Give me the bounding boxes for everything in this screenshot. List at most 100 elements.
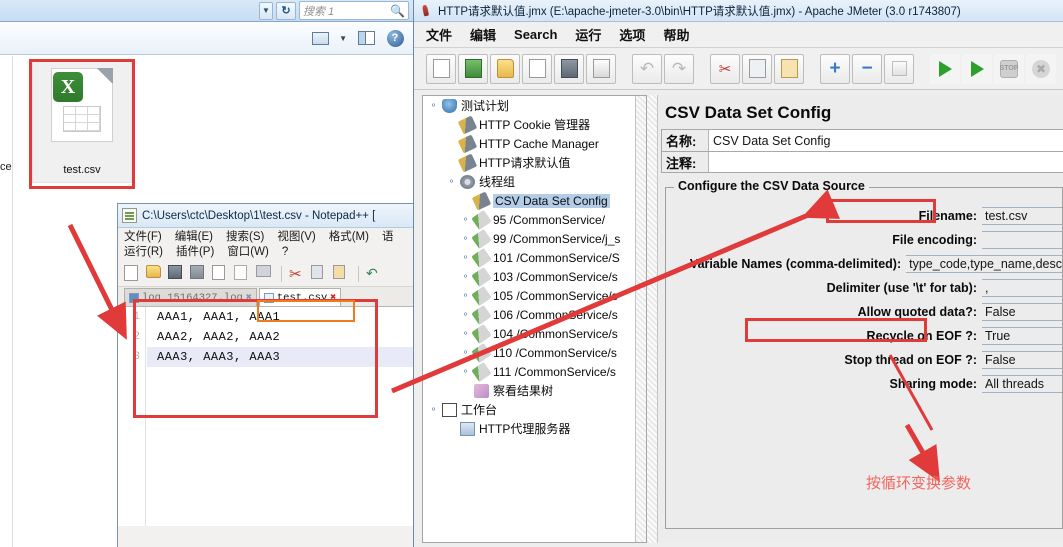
expand-handle-closed-icon[interactable]: ⚬ (461, 290, 470, 300)
config-field-label: Filename: (918, 209, 977, 223)
file-tile-test-csv[interactable]: X test.csv (32, 59, 132, 183)
jmeter-menu-help[interactable]: 帮助 (663, 25, 689, 44)
tree-node[interactable]: ⚬ 111 /CommonService/s (423, 361, 646, 382)
expand-handle-closed-icon[interactable]: ⚬ (461, 233, 470, 243)
config-field-value[interactable]: , (982, 279, 1062, 297)
close-file-icon[interactable] (212, 264, 230, 283)
tree-node[interactable]: 察看结果树 (423, 381, 646, 400)
config-field-value[interactable]: False (982, 351, 1062, 369)
menu-search[interactable]: 搜索(S) (226, 230, 264, 245)
expand-handle-open-icon[interactable]: ⚬ (429, 100, 438, 110)
tree-node[interactable]: ⚬ 101 /CommonService/S (423, 247, 646, 268)
copy-icon[interactable] (742, 53, 772, 84)
config-field-value[interactable]: test.csv (982, 207, 1062, 225)
expand-handle-closed-icon[interactable]: ⚬ (461, 252, 470, 262)
tree-node[interactable]: ⚬ 99 /CommonService/j_s (423, 228, 646, 249)
jmeter-menu-options[interactable]: 选项 (619, 25, 645, 44)
close-icon[interactable] (522, 53, 552, 84)
tree-node[interactable]: ⚬ 110 /CommonService/s (423, 342, 646, 363)
copy-icon[interactable] (311, 264, 329, 283)
paste-icon[interactable] (333, 264, 351, 283)
config-field-value[interactable]: type_code,type_name,desc (906, 255, 1062, 273)
start-icon[interactable] (930, 53, 960, 84)
chevron-down-icon[interactable]: ▼ (339, 34, 347, 43)
cut-icon[interactable]: ✂ (289, 265, 307, 283)
save-icon[interactable] (554, 53, 584, 84)
menu-edit[interactable]: 编辑(E) (175, 230, 213, 245)
tree-node[interactable]: HTTP请求默认值 (423, 152, 646, 173)
config-field-value[interactable]: False (982, 303, 1062, 321)
expand-handle-closed-icon[interactable]: ⚬ (461, 347, 470, 357)
print-icon[interactable] (256, 264, 274, 283)
jmeter-menu-edit[interactable]: 编辑 (470, 25, 496, 44)
new-file-icon[interactable] (124, 264, 142, 283)
tree-node[interactable]: ⚬ 线程组 (423, 172, 646, 191)
search-input[interactable]: 搜索 1 🔍 (299, 1, 409, 20)
expand-handle-open-icon[interactable]: ⚬ (429, 404, 438, 414)
detail-vertical-scrollbar[interactable] (647, 95, 658, 543)
editor-text-area[interactable]: AAA1, AAA1, AAA1 AAA2, AAA2, AAA2 AAA3, … (147, 307, 413, 367)
expand-handle-closed-icon[interactable]: ⚬ (461, 328, 470, 338)
tree-node[interactable]: ⚬ 工作台 (423, 400, 646, 419)
templates-icon[interactable] (458, 53, 488, 84)
tree-node[interactable]: ⚬ 95 /CommonService/ (423, 209, 646, 230)
tree-node[interactable]: ⚬ 测试计划 (423, 96, 646, 115)
tree-node[interactable]: ⚬ 103 /CommonService/s (423, 266, 646, 287)
menu-run[interactable]: 运行(R) (124, 245, 163, 260)
refresh-icon[interactable]: ↻ (276, 1, 296, 20)
expand-handle-closed-icon[interactable]: ⚬ (461, 366, 470, 376)
jmeter-menu-file[interactable]: 文件 (426, 25, 452, 44)
config-field-value[interactable]: All threads (982, 375, 1062, 393)
menu-language[interactable]: 语 (382, 230, 394, 245)
paste-icon[interactable] (774, 53, 804, 84)
menu-window[interactable]: 窗口(W) (227, 245, 269, 260)
expand-handle-closed-icon[interactable]: ⚬ (461, 214, 470, 224)
tree-node[interactable]: HTTP代理服务器 (423, 419, 646, 438)
tree-node[interactable]: ⚬ 104 /CommonService/s (423, 323, 646, 344)
config-field-value[interactable] (982, 231, 1062, 249)
start-no-timers-icon[interactable] (962, 53, 992, 84)
open-file-icon[interactable] (146, 264, 164, 283)
undo-icon[interactable]: ↶ (366, 265, 384, 283)
expand-handle-closed-icon[interactable]: ⚬ (461, 309, 470, 319)
editor-tab-log[interactable]: log_15164327.log ✖ (124, 288, 257, 306)
close-all-icon[interactable] (234, 264, 252, 283)
expand-all-icon[interactable]: + (820, 53, 850, 84)
save-as-icon[interactable] (586, 53, 616, 84)
menu-plugins[interactable]: 插件(P) (176, 245, 214, 260)
close-tab-icon[interactable]: ✖ (330, 292, 336, 304)
name-input[interactable]: CSV Data Set Config (708, 130, 1063, 151)
cut-icon[interactable]: ✂ (710, 53, 740, 84)
tree-node[interactable]: HTTP Cache Manager (423, 133, 646, 154)
help-icon[interactable]: ? (385, 28, 405, 48)
close-tab-icon[interactable]: ✖ (246, 292, 252, 304)
editor-tab-csv[interactable]: test.csv ✖ (258, 288, 342, 306)
tree-node[interactable]: HTTP Cookie 管理器 (423, 114, 646, 135)
jmeter-test-plan-tree[interactable]: ⚬ 测试计划 HTTP Cookie 管理器 HTTP Cache Manager HT… (422, 95, 647, 543)
jmeter-menu-run[interactable]: 运行 (575, 25, 601, 44)
tree-node[interactable]: CSV Data Set Config (423, 190, 646, 211)
config-field-value[interactable]: True (982, 327, 1062, 345)
layout-pane-icon[interactable] (356, 28, 376, 48)
expand-handle-closed-icon[interactable]: ⚬ (461, 271, 470, 281)
menu-view[interactable]: 视图(V) (277, 230, 315, 245)
tree-vertical-scrollbar[interactable] (635, 96, 646, 542)
save-all-icon[interactable] (190, 264, 208, 283)
tree-node-label: 95 /CommonService/ (493, 212, 606, 227)
jmeter-menu-search[interactable]: Search (514, 27, 557, 42)
tree-node[interactable]: ⚬ 105 /CommonService/s (423, 285, 646, 306)
chevron-down-icon[interactable]: ▼ (259, 1, 273, 20)
toggle-icon[interactable] (884, 53, 914, 84)
preview-pane-icon[interactable] (310, 28, 330, 48)
menu-help[interactable]: ? (282, 245, 288, 260)
save-icon[interactable] (168, 264, 186, 283)
collapse-all-icon[interactable]: − (852, 53, 882, 84)
open-icon[interactable] (490, 53, 520, 84)
expand-handle-open-icon[interactable]: ⚬ (447, 176, 456, 186)
new-icon[interactable] (426, 53, 456, 84)
notepadpp-editor[interactable]: 1 2 3 AAA1, AAA1, AAA1 AAA2, AAA2, AAA2 … (118, 307, 413, 526)
tree-node[interactable]: ⚬ 106 /CommonService/s (423, 304, 646, 325)
menu-file[interactable]: 文件(F) (124, 230, 162, 245)
comment-input[interactable] (708, 152, 1063, 172)
menu-format[interactable]: 格式(M) (329, 230, 369, 245)
